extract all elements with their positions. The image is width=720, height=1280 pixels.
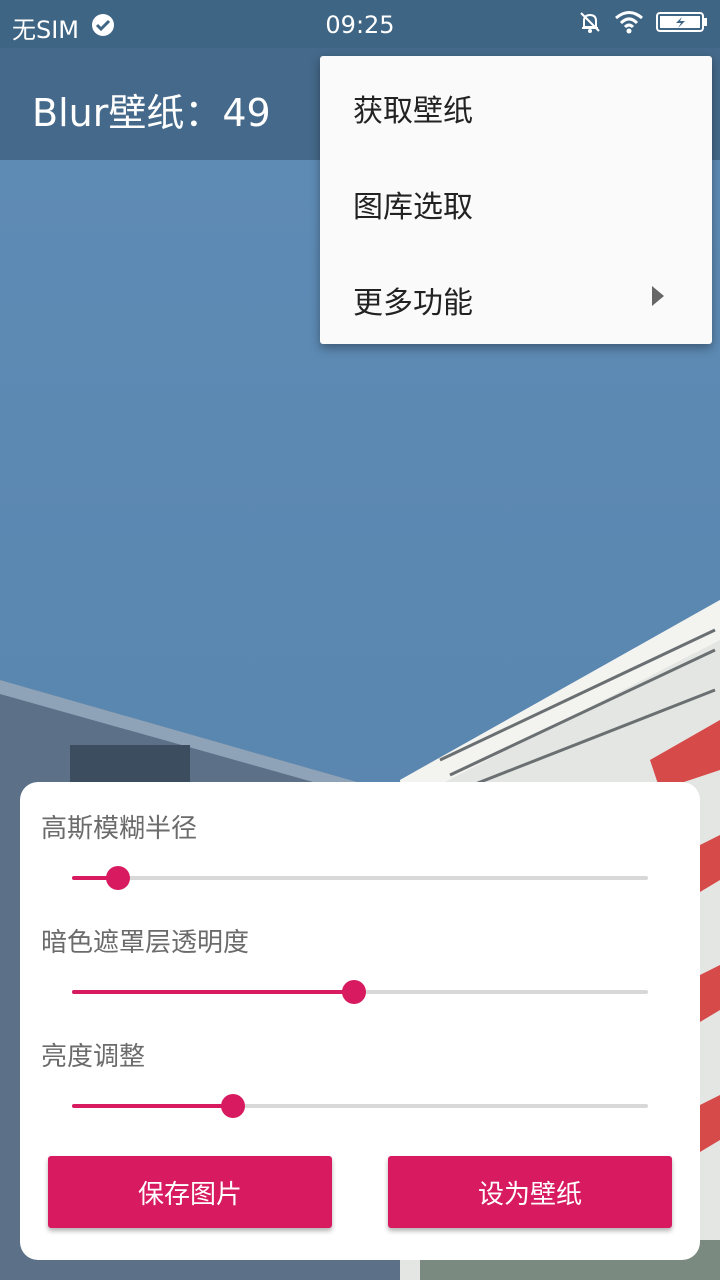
- status-bar: 无SIM 09:25: [0, 0, 720, 48]
- app-title: Blur壁纸：49: [32, 91, 271, 135]
- menu-item-more-features[interactable]: 更多功能: [320, 248, 712, 344]
- slider-thumb[interactable]: [106, 866, 130, 890]
- slider-thumb[interactable]: [221, 1094, 245, 1118]
- screen: 无SIM 09:25 Blur壁纸：49 获取壁纸 图库选取 更多功能 高斯模糊…: [0, 0, 720, 1280]
- mute-icon: [578, 10, 602, 40]
- menu-item-get-wallpaper[interactable]: 获取壁纸: [320, 56, 712, 152]
- menu-item-label: 获取壁纸: [353, 94, 473, 129]
- save-image-button[interactable]: 保存图片: [48, 1156, 332, 1228]
- slider-thumb[interactable]: [342, 980, 366, 1004]
- overflow-menu: 获取壁纸 图库选取 更多功能: [320, 56, 712, 344]
- menu-item-label: 图库选取: [353, 190, 473, 225]
- blur-radius-slider[interactable]: [72, 863, 648, 893]
- wifi-icon: [614, 10, 644, 40]
- menu-item-gallery-pick[interactable]: 图库选取: [320, 152, 712, 248]
- dark-overlay-label: 暗色遮罩层透明度: [41, 928, 250, 958]
- slider-fill: [72, 1104, 233, 1108]
- slider-fill: [72, 990, 354, 994]
- blur-radius-label: 高斯模糊半径: [41, 814, 198, 844]
- status-right: [578, 10, 708, 40]
- brightness-label: 亮度调整: [41, 1042, 146, 1072]
- battery-charging-icon: [656, 11, 708, 39]
- submenu-arrow-icon: [652, 286, 664, 306]
- menu-item-label: 更多功能: [353, 286, 473, 321]
- controls-card: 高斯模糊半径 暗色遮罩层透明度 亮度调整 保存图片 设为壁纸: [20, 782, 700, 1260]
- set-wallpaper-button[interactable]: 设为壁纸: [388, 1156, 672, 1228]
- slider-track: [72, 876, 648, 880]
- brightness-slider[interactable]: [72, 1091, 648, 1121]
- dark-overlay-slider[interactable]: [72, 977, 648, 1007]
